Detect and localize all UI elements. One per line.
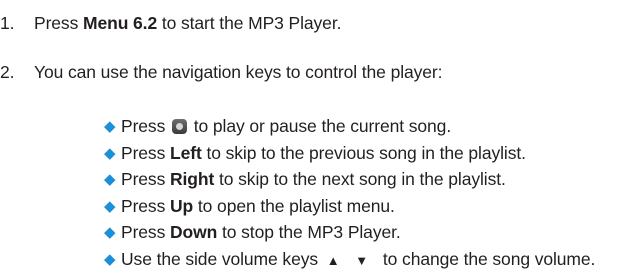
- volume-keys-icon: ▲ ▼: [326, 252, 375, 268]
- menu-path: Menu 6.2: [83, 13, 158, 33]
- item-text-pre: Press: [121, 142, 170, 163]
- item-text-post: to skip to the previous song in the play…: [201, 142, 526, 163]
- navigation-key-list: ◆ Press to play or pause the current song…: [104, 114, 595, 274]
- list-item: ◆ Use the side volume keys ▲ ▼ to change …: [104, 247, 595, 274]
- key-name: Down: [170, 222, 218, 243]
- item-text-pre: Use the side volume keys: [121, 248, 323, 269]
- item-text-post: to skip to the next song in the playlist…: [214, 169, 506, 190]
- list-item: ◆ Press to play or pause the current song…: [104, 114, 595, 141]
- bullet-diamond-icon: ◆: [104, 144, 116, 162]
- step-text: You can use the navigation keys to contr…: [34, 62, 443, 82]
- key-name: Up: [170, 195, 194, 216]
- bullet-diamond-icon: ◆: [104, 197, 116, 215]
- key-name: Left: [170, 142, 202, 163]
- item-text-post: to open the playlist menu.: [193, 195, 395, 216]
- item-text-pre: Press: [121, 195, 170, 216]
- item-text-pre: Press: [121, 169, 170, 190]
- instruction-step-1: 1. Press Menu 6.2 to start the MP3 Player…: [0, 12, 341, 34]
- instruction-step-2: 2. You can use the navigation keys to con…: [0, 61, 442, 83]
- item-text-post: to play or pause the current song.: [189, 116, 452, 136]
- list-item: ◆ Press Right to skip to the next song in…: [104, 167, 595, 194]
- key-name: Right: [170, 169, 215, 190]
- step-text-pre: Press: [34, 13, 83, 33]
- center-key-icon: [172, 119, 187, 134]
- bullet-diamond-icon: ◆: [104, 224, 116, 242]
- bullet-diamond-icon: ◆: [104, 171, 116, 189]
- bullet-diamond-icon: ◆: [104, 118, 116, 135]
- list-item: ◆ Press Up to open the playlist menu.: [104, 194, 595, 221]
- item-text-post: to stop the MP3 Player.: [217, 222, 401, 243]
- list-item: ◆ Press Left to skip to the previous song…: [104, 141, 595, 168]
- step-text-post: to start the MP3 Player.: [157, 13, 342, 33]
- item-text-post: to change the song volume.: [378, 248, 596, 269]
- step-number: 2.: [0, 62, 15, 82]
- list-item: ◆ Press Down to stop the MP3 Player.: [104, 220, 595, 247]
- step-number: 1.: [0, 13, 15, 33]
- item-text-pre: Press: [121, 116, 170, 136]
- item-text-pre: Press: [121, 222, 170, 243]
